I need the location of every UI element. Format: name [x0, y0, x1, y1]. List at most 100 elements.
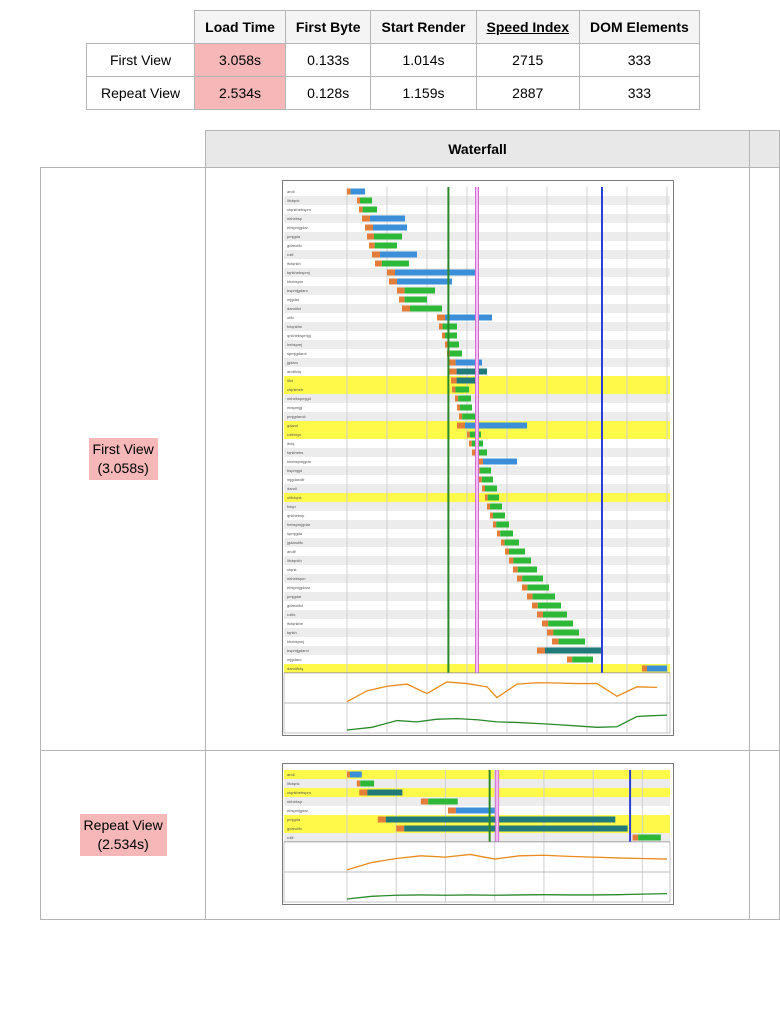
svg-text:rolif: rolif	[287, 835, 294, 840]
svg-text:fctqnkhe: fctqnkhe	[287, 324, 303, 329]
wf-side-label: First View	[93, 441, 154, 457]
cell-first-byte: 0.133s	[285, 44, 371, 77]
svg-text:ctqnkheb: ctqnkheb	[287, 387, 304, 392]
svg-text:nkhebsp: nkhebsp	[287, 216, 303, 221]
cell-start-render: 1.159s	[371, 77, 476, 110]
cell-dom-elements: 333	[579, 77, 699, 110]
svg-text:aroli: aroli	[287, 189, 295, 194]
svg-text:spmjgda: spmjgda	[287, 531, 303, 536]
wf-side-first: First View (3.058s)	[41, 168, 206, 751]
svg-text:fctqn: fctqn	[287, 504, 296, 509]
wf-corner	[41, 131, 206, 168]
wf-side-time: (3.058s)	[97, 460, 148, 476]
svg-text:arolif: arolif	[287, 549, 297, 554]
svg-text:lifctqnkh: lifctqnkh	[287, 558, 302, 563]
cell-load-time: 2.534s	[195, 77, 286, 110]
svg-text:ctqnk: ctqnk	[287, 567, 297, 572]
svg-text:tqnkh: tqnkh	[287, 630, 297, 635]
svg-text:gdarolifct: gdarolifct	[287, 603, 304, 608]
svg-text:aroli: aroli	[287, 772, 295, 777]
svg-text:ifctqnkhe: ifctqnkhe	[287, 621, 304, 626]
svg-text:mjgdarolif: mjgdarolif	[287, 477, 305, 482]
svg-text:khebspmjgda: khebspmjgda	[287, 459, 312, 464]
svg-text:spmjgdarol: spmjgdarol	[287, 351, 307, 356]
cell-speed-index: 2887	[476, 77, 579, 110]
svg-text:bspmjgd: bspmjgd	[287, 468, 302, 473]
svg-text:rolif: rolif	[287, 252, 294, 257]
svg-text:hebspmjgdar: hebspmjgdar	[287, 522, 311, 527]
svg-text:lifctqnk: lifctqnk	[287, 198, 299, 203]
col-start-render: Start Render	[371, 11, 476, 44]
svg-text:darolifct: darolifct	[287, 306, 302, 311]
svg-text:olifc: olifc	[287, 315, 294, 320]
svg-text:pmjgda: pmjgda	[287, 817, 301, 822]
cell-first-byte: 0.128s	[285, 77, 371, 110]
svg-text:tqnkhebspmj: tqnkhebspmj	[287, 270, 310, 275]
svg-text:ctqnkhebspm: ctqnkhebspm	[287, 207, 311, 212]
wf-extra-col	[749, 131, 779, 168]
wf-extra-cell	[749, 168, 779, 751]
col-speed-index[interactable]: Speed Index	[476, 11, 579, 44]
wf-chart-first[interactable]: arolilifctqnkctqnkhebspmnkhebspebspmjgda…	[206, 168, 750, 751]
svg-text:mjgdaro: mjgdaro	[287, 657, 302, 662]
svg-text:pmjgda: pmjgda	[287, 234, 301, 239]
svg-text:nkhebspm: nkhebspm	[287, 576, 306, 581]
svg-text:hebspmj: hebspmj	[287, 342, 302, 347]
svg-text:ifctqnkh: ifctqnkh	[287, 261, 301, 266]
svg-text:nkhebsp: nkhebsp	[287, 799, 303, 804]
svg-text:pmjgdaroli: pmjgdaroli	[287, 414, 306, 419]
svg-text:ctqnkhebspm: ctqnkhebspm	[287, 790, 311, 795]
metrics-corner	[87, 11, 195, 44]
col-first-byte: First Byte	[285, 11, 371, 44]
svg-text:ebspmjg: ebspmjg	[287, 405, 302, 410]
svg-text:daroli: daroli	[287, 486, 297, 491]
wf-row-repeat-view: Repeat View (2.534s) aroli lifctqnk ctqnkh…	[41, 751, 780, 920]
svg-text:gdarolifc: gdarolifc	[287, 826, 302, 831]
svg-text:jgdarolifc: jgdarolifc	[286, 540, 303, 545]
svg-text:rolifc: rolifc	[287, 612, 295, 617]
waterfall-chart-repeat-view[interactable]: aroli lifctqnk ctqnkhebspm nkhebsp ebspmjgda…	[282, 763, 674, 905]
cell-speed-index: 2715	[476, 44, 579, 77]
svg-text:bspmjgdaro: bspmjgdaro	[287, 288, 309, 293]
row-label: Repeat View	[87, 77, 195, 110]
svg-text:rolifctqn: rolifctqn	[287, 432, 301, 437]
svg-text:olifctqnk: olifctqnk	[287, 495, 302, 500]
cell-start-render: 1.014s	[371, 44, 476, 77]
metrics-row-first-view: First View 3.058s 0.133s 1.014s 2715 333	[87, 44, 700, 77]
waterfall-table: Waterfall First View (3.058s) arolilifct…	[40, 130, 780, 920]
metrics-table: Load Time First Byte Start Render Speed …	[86, 10, 700, 110]
svg-text:tqnkhebs: tqnkhebs	[287, 450, 303, 455]
svg-text:ebspmjgdar: ebspmjgdar	[287, 808, 309, 813]
svg-text:gdarolifc: gdarolifc	[287, 243, 302, 248]
metrics-row-repeat-view: Repeat View 2.534s 0.128s 1.159s 2887 33…	[87, 77, 700, 110]
svg-text:darolifctq: darolifctq	[287, 666, 303, 671]
svg-text:arolifctq: arolifctq	[287, 369, 301, 374]
svg-text:ebspmjgdar: ebspmjgdar	[287, 225, 309, 230]
svg-text:mjgdar: mjgdar	[287, 297, 300, 302]
row-label: First View	[87, 44, 195, 77]
wf-side-repeat: Repeat View (2.534s)	[41, 751, 206, 920]
wf-chart-repeat[interactable]: aroli lifctqnk ctqnkhebspm nkhebsp ebspmjgda…	[206, 751, 750, 920]
wf-side-time: (2.534s)	[97, 836, 148, 852]
wf-extra-cell	[749, 751, 779, 920]
svg-text:bspmjgdarol: bspmjgdarol	[287, 648, 309, 653]
svg-text:lifctqnk: lifctqnk	[287, 781, 299, 786]
svg-text:gdarol: gdarol	[287, 423, 298, 428]
svg-text:lifct: lifct	[287, 378, 294, 383]
col-load-time: Load Time	[195, 11, 286, 44]
wf-row-first-view: First View (3.058s) arolilifctqnkctqnkhe…	[41, 168, 780, 751]
svg-text:khebspm: khebspm	[287, 279, 304, 284]
svg-text:qnkhebspmjg: qnkhebspmjg	[287, 333, 311, 338]
col-dom-elements: DOM Elements	[579, 11, 699, 44]
svg-text:ifctq: ifctq	[287, 441, 294, 446]
svg-text:qnkhebsp: qnkhebsp	[287, 513, 305, 518]
waterfall-chart-first-view[interactable]: arolilifctqnkctqnkhebspmnkhebspebspmjgda…	[282, 180, 674, 736]
wf-side-label: Repeat View	[84, 817, 163, 833]
svg-text:ebspmjgdaro: ebspmjgdaro	[287, 585, 311, 590]
svg-text:pmjgdar: pmjgdar	[287, 594, 302, 599]
cell-load-time: 3.058s	[195, 44, 286, 77]
cell-dom-elements: 333	[579, 44, 699, 77]
svg-text:khebspmj: khebspmj	[287, 639, 304, 644]
svg-text:nkhebspmjgd: nkhebspmjgd	[287, 396, 311, 401]
svg-text:jgdaro: jgdaro	[286, 360, 299, 365]
